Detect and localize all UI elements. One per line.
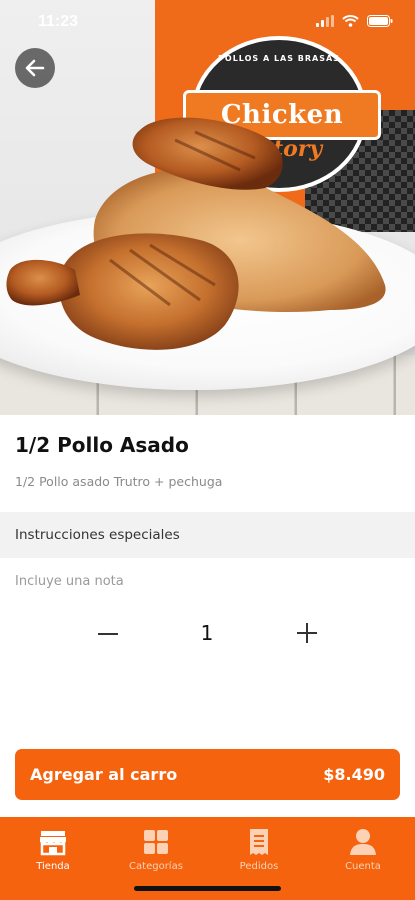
tab-categorias-label: Categorías [129,861,183,872]
increment-button[interactable] [294,620,320,646]
user-icon [350,829,376,855]
tab-tienda-label: Tienda [36,861,70,872]
arrow-left-icon [25,59,45,77]
product-image: POLLOS A LAS BRASAS Chicken factory [0,0,415,415]
grid-icon [144,830,168,854]
decrement-button[interactable] [96,620,122,646]
add-to-cart-button[interactable]: Agregar al carro $8.490 [15,749,400,800]
product-description: 1/2 Pollo asado Trutro + pechuga [15,474,223,489]
note-input[interactable]: Incluye una nota [15,574,124,589]
quantity-stepper: 1 [0,612,415,658]
tab-tienda[interactable]: Tienda [13,827,93,872]
back-button[interactable] [15,48,55,88]
special-instructions-label: Instrucciones especiales [15,527,180,543]
logo-top-text: POLLOS A LAS BRASAS [218,54,340,63]
tab-pedidos-label: Pedidos [239,861,279,872]
quantity-value: 1 [200,621,214,645]
price-label: $8.490 [323,765,385,784]
signal-icon [316,15,334,27]
receipt-icon [250,829,268,855]
roast-chicken [6,117,386,350]
status-icons [316,15,393,27]
home-indicator [134,886,281,891]
battery-icon [367,15,393,27]
add-to-cart-label: Agregar al carro [30,765,178,784]
product-title: 1/2 Pollo Asado [15,433,189,457]
tab-pedidos[interactable]: Pedidos [219,827,299,872]
tab-categorias[interactable]: Categorías [116,827,196,872]
tab-cuenta-label: Cuenta [345,861,381,872]
wifi-icon [342,15,359,27]
tab-cuenta[interactable]: Cuenta [323,827,403,872]
status-time: 11:23 [38,13,79,30]
special-instructions-header: Instrucciones especiales [0,512,415,558]
status-bar: 11:23 [0,0,415,46]
store-icon [40,831,66,856]
